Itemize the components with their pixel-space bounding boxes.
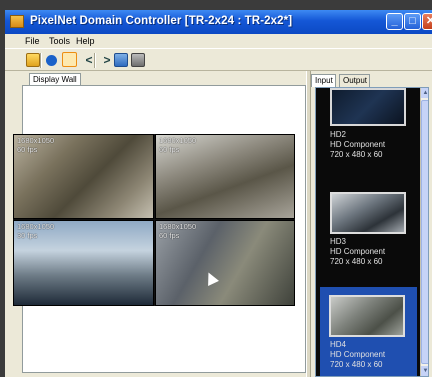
tile-label: 1680x1050 30 fps xyxy=(17,222,54,240)
tile-label: 1680x1050 60 fps xyxy=(159,136,196,154)
save-icon[interactable] xyxy=(46,55,57,66)
toolbar-separator xyxy=(94,53,96,68)
toolbar-separator xyxy=(40,53,42,68)
source-name: HD4 xyxy=(330,340,347,349)
toolbar: < > xyxy=(5,48,432,71)
source-info: HD2 HD Component 720 x 480 x 60 xyxy=(330,130,385,160)
menu-help[interactable]: Help xyxy=(76,36,95,46)
tile-rate: 30 fps xyxy=(17,231,38,240)
source-format: 720 x 480 x 60 xyxy=(330,360,383,369)
scroll-down-arrow-icon[interactable]: ▼ xyxy=(421,366,428,376)
tab-output[interactable]: Output xyxy=(339,74,370,87)
scrollbar-thumb[interactable] xyxy=(421,100,428,364)
sources-pane: Input Output HD2 HD Component 720 x 480 … xyxy=(311,71,432,377)
source-name: HD3 xyxy=(330,237,347,246)
source-thumbnail xyxy=(329,295,405,337)
source-format: 720 x 480 x 60 xyxy=(330,257,383,266)
tab-input[interactable]: Input xyxy=(311,74,336,87)
minimize-button[interactable]: _ xyxy=(386,13,403,30)
app-icon xyxy=(10,15,24,28)
vertical-scrollbar[interactable]: ▲ ▼ xyxy=(420,88,428,376)
tile-resolution: 1680x1050 xyxy=(17,222,55,231)
display-tile-4[interactable]: 1680x1050 60 fps xyxy=(155,220,295,306)
layout-icon[interactable] xyxy=(131,53,145,67)
tile-resolution: 1680x1050 xyxy=(159,136,197,145)
tile-label: 1680x1050 60 fps xyxy=(17,136,54,154)
source-thumbnail xyxy=(330,192,406,234)
tile-rate: 60 fps xyxy=(17,145,38,154)
display-tile-1[interactable]: 1680x1050 60 fps xyxy=(13,134,154,219)
tile-resolution: 1680x1050 xyxy=(159,222,197,231)
grid-icon[interactable] xyxy=(114,53,128,67)
display-wall-grid[interactable]: 1680x1050 60 fps 1680x1050 60 fps 1680x105… xyxy=(13,134,295,306)
maximize-button[interactable]: □ xyxy=(404,13,421,30)
source-thumbnail xyxy=(330,88,406,126)
display-tile-2[interactable]: 1680x1050 60 fps xyxy=(155,134,295,219)
source-type: HD Component xyxy=(330,140,386,149)
source-info: HD3 HD Component 720 x 480 x 60 xyxy=(330,237,385,267)
source-item-hd4[interactable]: HD4 HD Component 720 x 480 x 60 xyxy=(320,287,417,376)
tile-label: 1680x1050 60 fps xyxy=(159,222,196,240)
open-folder-icon[interactable] xyxy=(26,53,40,67)
tile-rate: 60 fps xyxy=(159,231,180,240)
next-icon[interactable]: > xyxy=(100,53,114,67)
source-type: HD Component xyxy=(330,247,386,256)
select-icon[interactable] xyxy=(62,52,77,67)
source-format: 720 x 480 x 60 xyxy=(330,150,383,159)
tile-rate: 60 fps xyxy=(159,145,180,154)
display-tile-3[interactable]: 1680x1050 30 fps xyxy=(13,220,154,306)
menu-tools[interactable]: Tools xyxy=(49,36,70,46)
title-bar[interactable]: PixelNet Domain Controller [TR-2x24 : TR… xyxy=(5,10,432,34)
source-name: HD2 xyxy=(330,130,347,139)
source-type: HD Component xyxy=(330,350,386,359)
tile-resolution: 1680x1050 xyxy=(17,136,55,145)
menu-file[interactable]: File xyxy=(25,36,40,46)
scroll-up-arrow-icon[interactable]: ▲ xyxy=(421,88,428,98)
input-source-list[interactable]: HD2 HD Component 720 x 480 x 60 HD3 HD C… xyxy=(315,87,429,377)
source-info: HD4 HD Component 720 x 480 x 60 xyxy=(330,340,385,370)
window-title: PixelNet Domain Controller [TR-2x24 : TR… xyxy=(30,15,293,27)
menu-bar: File Tools Help xyxy=(5,34,432,48)
close-button[interactable]: ✕ xyxy=(422,13,432,30)
